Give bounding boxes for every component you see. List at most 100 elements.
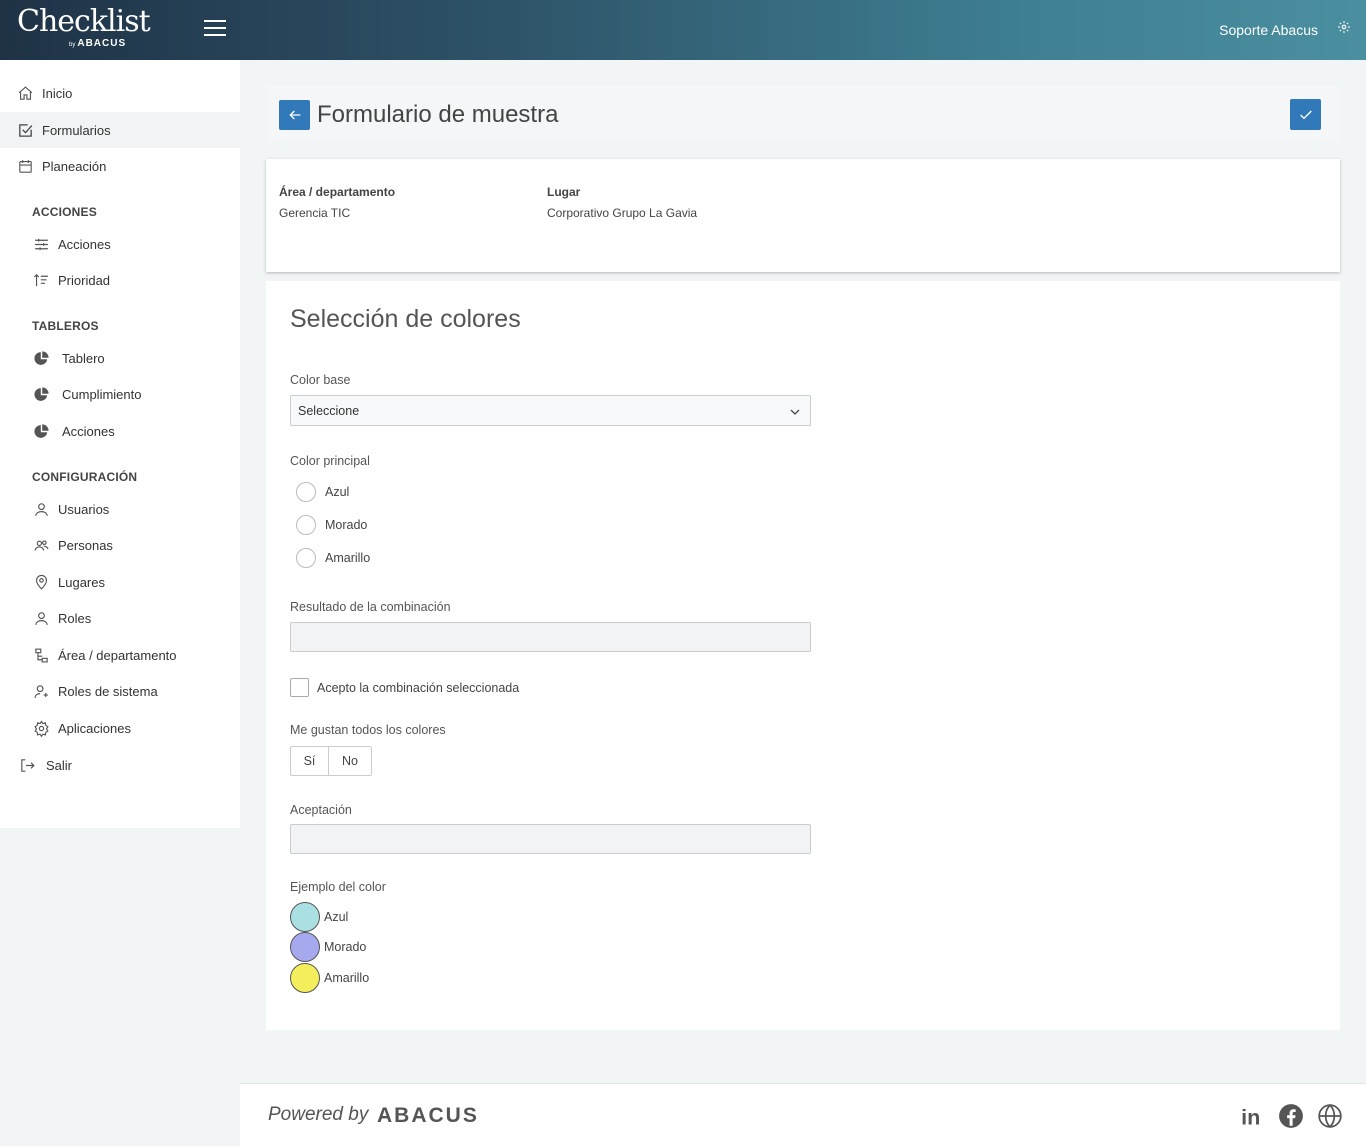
- sidebar-item-acciones[interactable]: Acciones: [0, 226, 240, 262]
- section-header-configuracion: CONFIGURACIÓN: [32, 470, 138, 484]
- facebook-icon[interactable]: [1278, 1103, 1304, 1129]
- sidebar-item-label: Personas: [58, 537, 113, 553]
- powered-by-text: Powered by: [268, 1104, 369, 1125]
- color-base-label: Color base: [290, 373, 351, 387]
- sidebar-item-tablero-acciones[interactable]: Acciones: [0, 413, 240, 449]
- abacus-logo: ABACUS: [377, 1104, 479, 1127]
- checklist-logo[interactable]: Checklist by ABACUS: [17, 6, 157, 54]
- radio-amarillo[interactable]: Amarillo: [296, 548, 370, 568]
- org-chart-icon: [32, 646, 50, 664]
- pie-chart-icon: [32, 349, 50, 367]
- swatch-amarillo: Amarillo: [290, 963, 369, 993]
- swatch-label: Amarillo: [324, 971, 370, 985]
- sidebar-item-label: Prioridad: [58, 272, 111, 288]
- sidebar-item-personas[interactable]: Personas: [0, 527, 240, 563]
- gear-icon[interactable]: [1337, 20, 1351, 34]
- top-bar: Checklist by ABACUS Soporte Abacus: [0, 0, 1366, 60]
- color-swatch: [290, 902, 320, 932]
- sliders-icon: [32, 235, 50, 253]
- sidebar-item-label: Cumplimiento: [62, 386, 142, 402]
- sidebar-item-cumplimiento[interactable]: Cumplimiento: [0, 376, 240, 412]
- user-icon: [32, 609, 50, 627]
- logo-brand: by ABACUS: [69, 38, 127, 49]
- menu-toggle-icon[interactable]: [204, 20, 226, 40]
- check-icon: [1299, 110, 1312, 119]
- chevron-down-icon: [788, 405, 802, 417]
- yes-button[interactable]: Sí: [291, 747, 329, 775]
- sidebar-item-roles-sistema[interactable]: Roles de sistema: [0, 673, 240, 709]
- no-button[interactable]: No: [329, 747, 371, 775]
- sidebar-item-label: Formularios: [42, 122, 111, 138]
- sidebar-item-label: Acciones: [62, 423, 115, 439]
- sidebar-item-label: Roles de sistema: [58, 683, 158, 699]
- section-header-tableros: TABLEROS: [32, 319, 99, 333]
- sidebar-item-label: Aplicaciones: [58, 720, 131, 736]
- sidebar-item-aplicaciones[interactable]: Aplicaciones: [0, 710, 240, 746]
- save-button[interactable]: [1290, 99, 1321, 130]
- sidebar-item-label: Salir: [46, 757, 73, 773]
- color-swatch: [290, 932, 320, 962]
- radio-label: Azul: [325, 485, 350, 499]
- ejemplo-label: Ejemplo del color: [290, 880, 386, 894]
- section-header-acciones: ACCIONES: [32, 205, 97, 219]
- swatch-label: Morado: [324, 940, 367, 954]
- radio-circle[interactable]: [296, 482, 316, 502]
- radio-circle[interactable]: [296, 548, 316, 568]
- sidebar-item-label: Planeación: [42, 158, 107, 174]
- radio-circle[interactable]: [296, 515, 316, 535]
- sidebar-item-label: Inicio: [42, 85, 73, 101]
- sidebar-item-label: Roles: [58, 610, 92, 626]
- pie-chart-icon: [32, 422, 50, 440]
- sidebar-item-label: Lugares: [58, 574, 105, 590]
- resultado-label: Resultado de la combinación: [290, 600, 451, 614]
- users-icon: [32, 536, 50, 554]
- sidebar-item-area-departamento[interactable]: Área / departamento: [0, 637, 240, 673]
- user-icon: [32, 500, 50, 518]
- sidebar-item-label: Usuarios: [58, 501, 110, 517]
- globe-icon[interactable]: [1317, 1103, 1343, 1129]
- gear-icon: [32, 719, 50, 737]
- sidebar-item-inicio[interactable]: Inicio: [0, 75, 240, 111]
- color-base-value: Seleccione: [298, 404, 360, 418]
- acepto-checkbox-row[interactable]: Acepto la combinación seleccionada: [290, 678, 519, 697]
- swatch-label: Azul: [324, 910, 349, 924]
- section-title: Selección de colores: [290, 305, 521, 333]
- home-icon: [16, 84, 34, 102]
- sidebar-item-label: Área / departamento: [58, 647, 177, 663]
- sort-icon: [32, 271, 50, 289]
- radio-morado[interactable]: Morado: [296, 515, 367, 535]
- sidebar-item-usuarios[interactable]: Usuarios: [0, 491, 240, 527]
- svg-text:in: in: [1241, 1105, 1260, 1129]
- sidebar: Inicio Formularios Planeación ACCIONES A…: [0, 60, 240, 828]
- place-label: Lugar: [547, 185, 581, 199]
- aceptacion-input[interactable]: [290, 824, 811, 854]
- sidebar-item-lugares[interactable]: Lugares: [0, 564, 240, 600]
- sidebar-item-prioridad[interactable]: Prioridad: [0, 262, 240, 298]
- sidebar-item-tablero[interactable]: Tablero: [0, 340, 240, 376]
- back-button[interactable]: [279, 100, 310, 130]
- footer: Powered by ABACUS in: [240, 1083, 1366, 1146]
- page-title: Formulario de muestra: [317, 101, 559, 128]
- calendar-icon: [16, 157, 34, 175]
- sidebar-item-salir[interactable]: Salir: [0, 747, 240, 783]
- page-header: Formulario de muestra: [266, 86, 1340, 142]
- radio-label: Morado: [325, 518, 368, 532]
- acepto-checkbox[interactable]: [290, 678, 309, 697]
- map-pin-icon: [32, 573, 50, 591]
- sidebar-item-planeacion[interactable]: Planeación: [0, 148, 240, 184]
- radio-label: Amarillo: [325, 551, 371, 565]
- linkedin-icon[interactable]: in: [1240, 1103, 1266, 1130]
- area-label: Área / departamento: [279, 185, 396, 199]
- user-name[interactable]: Soporte Abacus: [1219, 22, 1318, 38]
- swatch-azul: Azul: [290, 902, 348, 932]
- user-plus-icon: [32, 682, 50, 700]
- radio-azul[interactable]: Azul: [296, 482, 349, 502]
- resultado-input[interactable]: [290, 622, 811, 652]
- sidebar-item-formularios[interactable]: Formularios: [0, 112, 240, 148]
- yes-no-toggle: Sí No: [290, 746, 372, 776]
- sidebar-item-roles[interactable]: Roles: [0, 600, 240, 636]
- color-base-select[interactable]: Seleccione: [290, 395, 811, 426]
- form-card: Selección de colores Color base Seleccio…: [266, 281, 1340, 1030]
- logout-icon: [18, 756, 36, 774]
- arrow-left-icon: [288, 110, 300, 120]
